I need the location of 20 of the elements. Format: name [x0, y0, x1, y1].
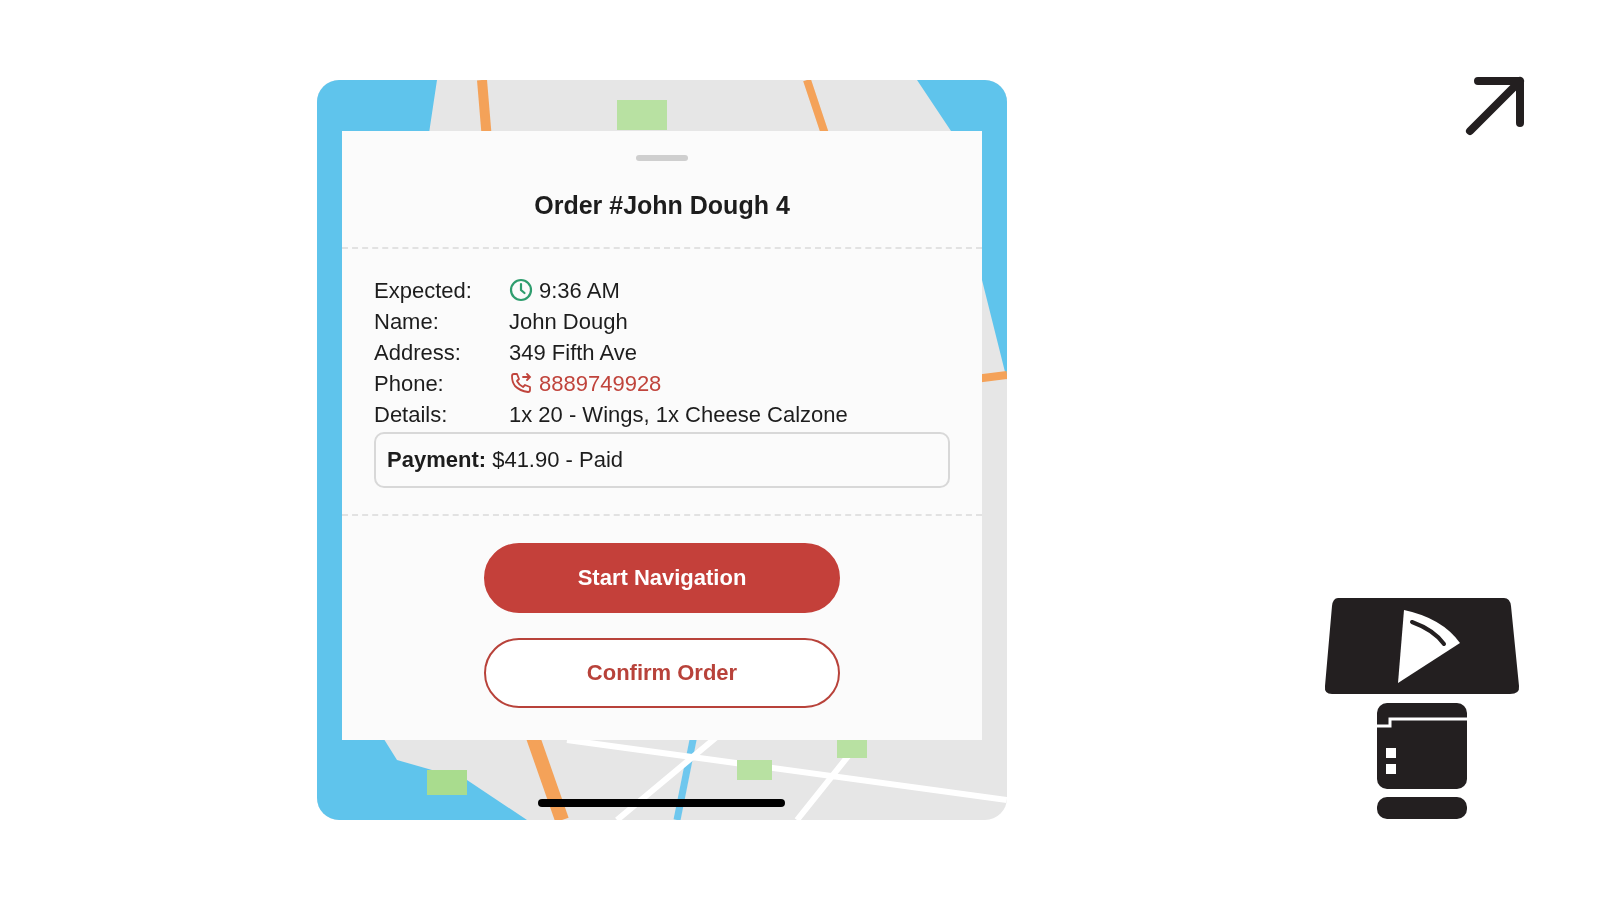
field-label: Name:: [374, 307, 440, 336]
arrow-icon[interactable]: [1464, 75, 1526, 137]
field-label: Expected:: [374, 276, 473, 305]
clock-icon: [509, 278, 533, 302]
field-value: John Dough: [509, 307, 628, 336]
start-navigation-button[interactable]: Start Navigation: [484, 542, 840, 613]
sheet-title: Order #John Dough 4: [534, 190, 790, 221]
field-value: 1x 20 - Wings, 1x Cheese Calzone: [509, 400, 848, 429]
payment-text: Payment: $41.90 - Paid: [387, 446, 624, 474]
field-label: Phone:: [374, 369, 445, 398]
pizza-kiosk-icon: [1324, 598, 1520, 820]
field-value: 349 Fifth Ave: [509, 338, 637, 367]
phone-link[interactable]: 8889749928: [539, 366, 662, 400]
confirm-order-button[interactable]: Confirm Order: [484, 637, 840, 708]
drag-handle[interactable]: [636, 155, 688, 161]
field-label: Details:: [374, 400, 449, 429]
home-indicator[interactable]: [538, 799, 785, 807]
field-label: Address:: [374, 338, 462, 367]
phone-icon: [509, 371, 533, 395]
field-value: 9:36 AM: [539, 276, 620, 305]
